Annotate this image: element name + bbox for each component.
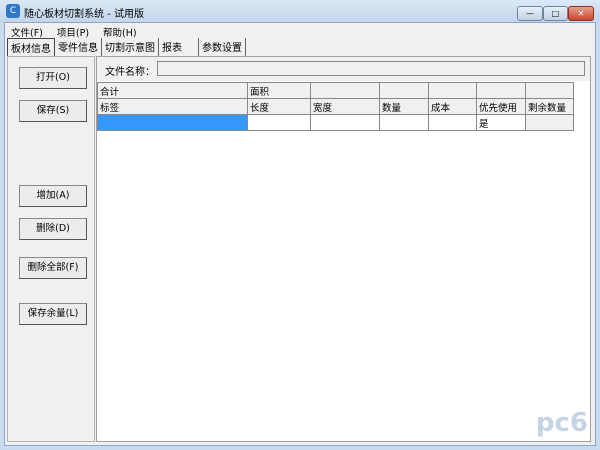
grid-cell[interactable]	[379, 114, 429, 131]
file-name-field[interactable]	[157, 61, 585, 76]
window-title: 随心板材切割系统 - 试用版	[24, 9, 144, 20]
column-header-label[interactable]: 标签	[97, 98, 248, 115]
title-bar: C 随心板材切割系统 - 试用版 — □ ✕	[0, 0, 600, 22]
tab-sheet-info[interactable]: 板材信息	[7, 38, 55, 57]
delete-all-button[interactable]: 删除全部(F)	[19, 257, 87, 279]
grid-cell: 面积	[247, 82, 311, 99]
tab-report[interactable]: 报表	[159, 38, 199, 57]
grid-cell[interactable]	[97, 114, 248, 131]
open-button[interactable]: 打开(O)	[19, 67, 87, 89]
column-header-remaining[interactable]: 剩余数量	[525, 98, 574, 115]
grid-cell[interactable]: 是	[476, 114, 526, 131]
menu-help[interactable]: 帮助(H)	[103, 25, 137, 39]
save-button[interactable]: 保存(S)	[19, 100, 87, 122]
tab-part-info[interactable]: 零件信息	[55, 38, 102, 57]
grid-cell[interactable]	[247, 114, 311, 131]
grid-cell	[525, 82, 574, 99]
close-button[interactable]: ✕	[568, 6, 594, 21]
grid-cell: 合计	[97, 82, 248, 99]
maximize-button[interactable]: □	[543, 6, 568, 21]
tab-cut-diagram[interactable]: 切割示意图	[102, 38, 159, 57]
menu-file[interactable]: 文件(F)	[11, 25, 43, 39]
menu-project[interactable]: 项目(P)	[57, 25, 89, 39]
column-header-width[interactable]: 宽度	[310, 98, 380, 115]
column-header-quantity[interactable]: 数量	[379, 98, 429, 115]
file-name-label: 文件名称：	[105, 67, 155, 78]
tab-settings[interactable]: 参数设置	[199, 38, 246, 57]
grid-cell	[428, 82, 477, 99]
minimize-button[interactable]: —	[517, 6, 543, 21]
tab-bar: 板材信息 零件信息 切割示意图 报表 参数设置	[7, 38, 246, 57]
client-area: 文件(F) 项目(P) 帮助(H) 板材信息 零件信息 切割示意图 报表 参数设…	[4, 22, 596, 446]
summary-row: 合计 面积	[97, 82, 574, 99]
add-button[interactable]: 增加(A)	[19, 185, 87, 207]
file-name-row: 文件名称：	[97, 57, 590, 81]
sheet-grid: 合计 面积 标签 长度 宽度 数量 成本 优先使用 剩余数量 是	[97, 82, 574, 131]
delete-button[interactable]: 删除(D)	[19, 218, 87, 240]
button-panel: 打开(O) 保存(S) 增加(A) 删除(D) 删除全部(F) 保存余量(L)	[7, 56, 95, 442]
grid-cell[interactable]	[428, 114, 477, 131]
sheet-grid-panel: 文件名称： 合计 面积 标签 长度 宽度 数量 成本 优先使用 剩余数量 是	[96, 56, 591, 442]
column-header-length[interactable]: 长度	[247, 98, 311, 115]
menu-bar: 文件(F) 项目(P) 帮助(H)	[11, 25, 137, 39]
column-header-priority[interactable]: 优先使用	[476, 98, 526, 115]
app-icon: C	[6, 4, 20, 18]
grid-cell	[379, 82, 429, 99]
watermark-logo: pc6	[535, 408, 588, 438]
table-row: 是	[97, 114, 574, 131]
grid-cell	[310, 82, 380, 99]
header-row: 标签 长度 宽度 数量 成本 优先使用 剩余数量	[97, 98, 574, 115]
column-header-cost[interactable]: 成本	[428, 98, 477, 115]
grid-cell[interactable]	[525, 114, 574, 131]
save-remainder-button[interactable]: 保存余量(L)	[19, 303, 87, 325]
grid-cell[interactable]	[310, 114, 380, 131]
grid-cell	[476, 82, 526, 99]
